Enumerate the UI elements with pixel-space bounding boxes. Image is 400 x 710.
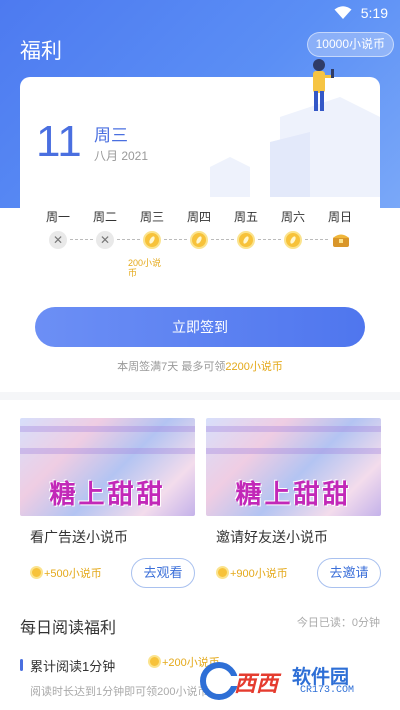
weekday-row: 周一 周二 周三 周四 周五 周六 周日 [20, 208, 380, 228]
invite-button[interactable]: 去邀请 [317, 558, 381, 588]
daily-task-description: 阅读时长达到1分钟即可领200小说币 [30, 686, 209, 698]
watch-ad-button[interactable]: 去观看 [131, 558, 195, 588]
coin-icon [148, 655, 161, 668]
daily-section-title: 每日阅读福利 [20, 620, 117, 637]
checkin-progress: ✕ ✕ [20, 231, 380, 253]
day-label-sat: 周六 [280, 210, 305, 224]
missed-mark-icon: ✕ [49, 231, 67, 249]
connector-line [258, 239, 281, 240]
status-bar: 5:19 [0, 0, 400, 26]
checkin-hint: 本周签满7天 最多可领2200小说币 [0, 358, 400, 374]
checkin-hint-amount: 2200小说币 [225, 361, 283, 373]
task-title: 看广告送小说币 [30, 529, 128, 545]
task-banner-text: 糖上甜甜 [49, 480, 166, 510]
page-title: 福利 [20, 40, 62, 63]
checkin-button[interactable]: 立即签到 [35, 307, 365, 347]
task-reward-text: +500小说币 [44, 568, 102, 580]
coin-icon [284, 231, 302, 249]
date-day: 11 [36, 117, 82, 166]
coin-icon [237, 231, 255, 249]
watermark-logo: 西西 软件园 CR173.COM [200, 660, 390, 702]
date-weekday: 周三 [94, 126, 128, 145]
day-label-fri: 周五 [233, 210, 258, 224]
task-title: 邀请好友送小说币 [216, 529, 328, 545]
task-banner-image[interactable]: 糖上甜甜 [20, 418, 195, 516]
illustration-person-icon [210, 59, 380, 197]
day-label-mon: 周一 [45, 210, 70, 224]
connector-line [117, 239, 140, 240]
coin-icon [190, 231, 208, 249]
day-label-wed: 周三 [139, 210, 164, 224]
missed-mark-icon: ✕ [96, 231, 114, 249]
coin-icon [143, 231, 161, 249]
wifi-icon [334, 6, 352, 19]
coin-icon [216, 566, 229, 579]
daily-read-today: 今日已读：0分钟 [296, 617, 380, 629]
task-reward: +500小说币 [30, 565, 102, 583]
watermark-brand-a: 西西 [234, 671, 279, 696]
watermark-domain: CR173.COM [300, 685, 355, 696]
section-divider [0, 392, 400, 400]
day-label-tue: 周二 [92, 210, 117, 224]
connector-line [70, 239, 93, 240]
watermark-logo-icon [200, 662, 238, 700]
connector-line [211, 239, 234, 240]
daily-task-title: 累计阅读1分钟 [30, 659, 116, 674]
connector-line [164, 239, 187, 240]
date-month-year: 八月 2021 [94, 149, 149, 163]
bonus-label: 200小说币 [128, 258, 162, 278]
daily-task-marker [20, 659, 23, 671]
task-banner-text: 糖上甜甜 [235, 480, 352, 510]
treasure-chest-icon [333, 234, 349, 247]
checkin-hint-text: 本周签满7天 最多可领 [117, 361, 226, 373]
status-time: 5:19 [360, 5, 388, 21]
connector-line [305, 239, 328, 240]
task-reward-text: +900小说币 [230, 568, 288, 580]
day-label-thu: 周四 [186, 210, 211, 224]
task-reward: +900小说币 [216, 565, 288, 583]
coin-icon [30, 566, 43, 579]
day-label-sun: 周日 [327, 210, 352, 224]
task-banner-image[interactable]: 糖上甜甜 [206, 418, 381, 516]
